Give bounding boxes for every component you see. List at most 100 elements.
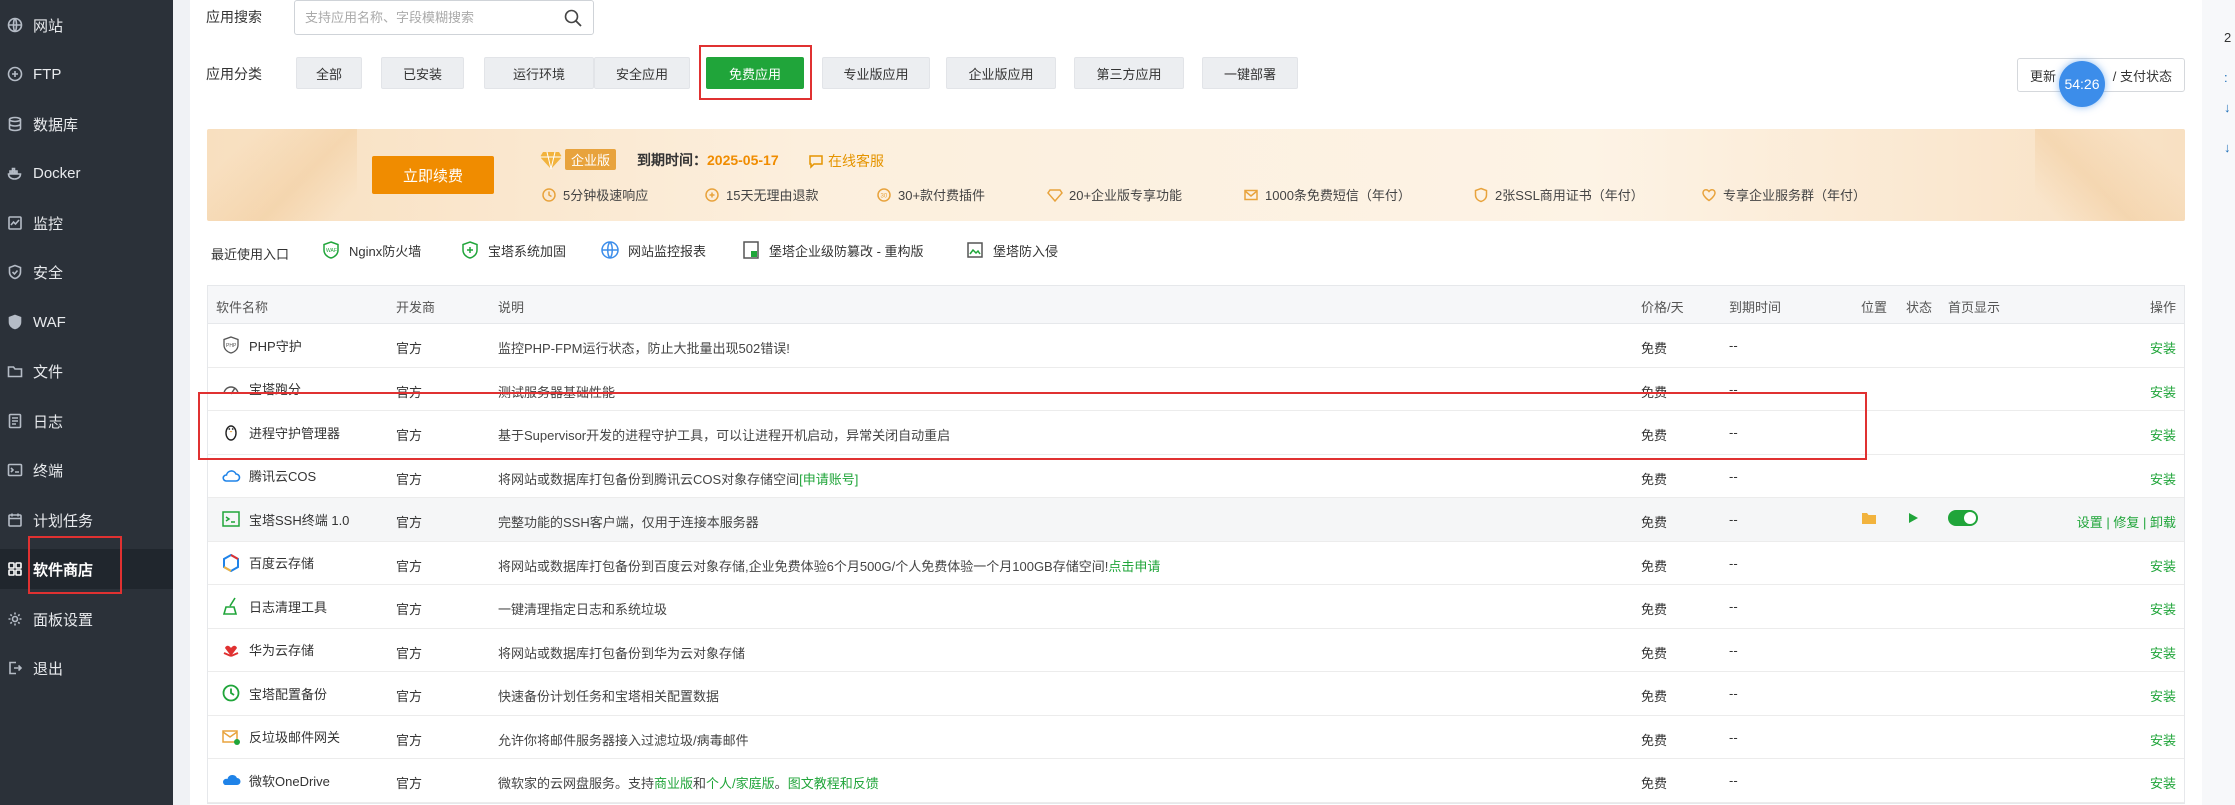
sidebar-item-label: 数据库 (33, 116, 79, 134)
table-header: 软件名称 开发商 说明 价格/天 到期时间 位置 状态 首页显示 操作 (208, 286, 2184, 324)
sidebar-item-logs[interactable]: 日志 (0, 401, 173, 441)
homepage-display-toggle[interactable] (1948, 510, 1978, 526)
tab-installed[interactable]: 已安装 (381, 57, 464, 89)
table-row: 宝塔跑分 官方 测试服务器基础性能 免费 -- 安装 (208, 368, 2184, 411)
logout-icon (5, 658, 25, 678)
calendar-icon (5, 510, 25, 530)
running-status-icon[interactable] (1906, 511, 1920, 528)
settings-repair-uninstall-links[interactable]: 设置 | 修复 | 卸载 (2077, 512, 2176, 531)
recent-item-site-monitor-report[interactable]: 网站监控报表 (600, 240, 706, 260)
search-label: 应用搜索 (206, 9, 262, 25)
open-folder-icon[interactable] (1861, 511, 1877, 528)
globe-report-icon (601, 241, 619, 259)
recent-item-nginx-firewall[interactable]: WAF Nginx防火墙 (321, 240, 421, 260)
log-icon (5, 411, 25, 431)
apply-account-link[interactable]: [申请账号] (799, 472, 858, 487)
globe-icon (5, 15, 25, 35)
recent-item-intrusion-prevention[interactable]: 堡塔防入侵 (965, 240, 1058, 260)
linux-penguin-icon (220, 421, 242, 443)
sidebar-item-cron[interactable]: 计划任务 (0, 500, 173, 540)
table-row: 宝塔配置备份 官方 快速备份计划任务和宝塔相关配置数据 免费 -- 安装 (208, 672, 2184, 716)
tab-pro-apps[interactable]: 专业版应用 (822, 57, 930, 89)
sidebar-item-waf[interactable]: WAF (0, 302, 173, 342)
install-button[interactable]: 安装 (2150, 686, 2176, 705)
tab-enterprise-apps[interactable]: 企业版应用 (946, 57, 1056, 89)
monitor-icon (5, 213, 25, 233)
sidebar-item-ftp[interactable]: FTP (0, 54, 173, 94)
search-input[interactable] (295, 1, 545, 34)
benchmark-icon (220, 378, 242, 400)
install-button[interactable]: 安装 (2150, 338, 2176, 357)
search-icon[interactable] (563, 8, 583, 28)
renew-button[interactable]: 立即续费 (372, 156, 494, 194)
waf-shield-icon (5, 312, 25, 332)
sidebar-item-logout[interactable]: 退出 (0, 648, 173, 688)
personal-edition-link[interactable]: 个人/家庭版 (706, 776, 775, 791)
sidebar: 网站 FTP 数据库 Docker 监控 安全 WAF 文件 日志 终端 计划任… (0, 0, 173, 805)
terminal-icon (5, 460, 25, 480)
table-row: 微软OneDrive 官方 微软家的云网盘服务。支持商业版和个人/家庭版。图文教… (208, 759, 2184, 803)
sidebar-item-label: 软件商店 (33, 561, 94, 579)
install-button[interactable]: 安装 (2150, 556, 2176, 575)
tab-runtime[interactable]: 运行环境 (484, 57, 594, 89)
feature-item: 15天无理由退款 (704, 185, 818, 204)
install-button[interactable]: 安装 (2150, 643, 2176, 662)
install-button[interactable]: 安装 (2150, 730, 2176, 749)
mail-shield-icon (220, 726, 242, 748)
sidebar-item-label: 面板设置 (33, 611, 94, 629)
sidebar-item-panel-settings[interactable]: 面板设置 (0, 599, 173, 639)
table-row: 宝塔SSH终端 1.0 官方 完整功能的SSH客户端，仅用于连接本服务器 免费 … (208, 498, 2184, 542)
sidebar-item-website[interactable]: 网站 (0, 5, 173, 45)
tutorial-feedback-link[interactable]: 图文教程和反馈 (788, 776, 879, 791)
feature-item: 2张SSL商用证书（年付） (1473, 185, 1644, 204)
sidebar-item-security[interactable]: 安全 (0, 252, 173, 292)
table-row: 日志清理工具 官方 一键清理指定日志和系统垃圾 免费 -- 安装 (208, 585, 2184, 629)
ssh-terminal-icon (220, 508, 242, 530)
ftp-icon (5, 64, 25, 84)
table-row: 腾讯云COS 官方 将网站或数据库打包备份到腾讯云COS对象存储空间[申请账号]… (208, 455, 2184, 498)
sidebar-item-files[interactable]: 文件 (0, 351, 173, 391)
folder-icon (5, 361, 25, 381)
svg-text:PHP: PHP (226, 343, 237, 349)
sidebar-item-label: FTP (33, 65, 62, 83)
recent-item-tamper-proof[interactable]: 堡塔企业级防篡改 - 重构版 (741, 240, 924, 260)
enterprise-banner: 立即续费 企业版 到期时间：2025-05-17 在线客服 5分钟极速响应 15… (207, 129, 2185, 221)
sidebar-item-terminal[interactable]: 终端 (0, 450, 173, 490)
recent-item-system-hardening[interactable]: 宝塔系统加固 (460, 240, 566, 260)
tab-security-apps[interactable]: 安全应用 (594, 57, 690, 89)
table-row: 反垃圾邮件网关 官方 允许你将邮件服务器接入过滤垃圾/病毒邮件 免费 -- 安装 (208, 716, 2184, 759)
waf-icon: WAF (323, 241, 339, 259)
sidebar-item-app-store[interactable]: 软件商店 (0, 549, 173, 589)
clock-icon (542, 187, 556, 202)
expire-info: 到期时间：2025-05-17 (637, 152, 779, 168)
sidebar-item-monitor[interactable]: 监控 (0, 203, 173, 243)
sidebar-item-label: 日志 (33, 413, 64, 431)
software-table: 软件名称 开发商 说明 价格/天 到期时间 位置 状态 首页显示 操作 PHP P… (207, 285, 2185, 804)
document-lock-icon (743, 241, 759, 259)
tab-third-party[interactable]: 第三方应用 (1074, 57, 1184, 89)
click-apply-link[interactable]: 点击申请 (1108, 559, 1160, 574)
sidebar-item-database[interactable]: 数据库 (0, 104, 173, 144)
tab-one-click-deploy[interactable]: 一键部署 (1202, 57, 1298, 89)
tab-all[interactable]: 全部 (296, 57, 362, 89)
install-button[interactable]: 安装 (2150, 425, 2176, 444)
feature-item: 5分钟极速响应 (541, 185, 648, 204)
ssl-icon (1474, 187, 1488, 202)
docker-icon (5, 163, 25, 183)
search-box[interactable] (294, 0, 594, 35)
install-button[interactable]: 安装 (2150, 773, 2176, 792)
diamond-icon (540, 151, 562, 169)
baidu-cloud-icon (220, 552, 242, 574)
feature-item: 20+企业版专享功能 (1047, 185, 1182, 204)
table-row: 进程守护管理器 官方 基于Supervisor开发的进程守护工具，可以让进程开机… (208, 411, 2184, 455)
install-button[interactable]: 安装 (2150, 469, 2176, 488)
sidebar-item-label: WAF (33, 313, 66, 331)
install-button[interactable]: 安装 (2150, 382, 2176, 401)
install-button[interactable]: 安装 (2150, 599, 2176, 618)
sidebar-item-docker[interactable]: Docker (0, 153, 173, 193)
svg-text:WAF: WAF (326, 248, 337, 254)
business-edition-link[interactable]: 商业版 (654, 776, 693, 791)
timer-badge[interactable]: 54:26 (2059, 61, 2105, 107)
online-service-link[interactable]: 在线客服 (808, 151, 884, 171)
chat-icon (809, 155, 823, 169)
